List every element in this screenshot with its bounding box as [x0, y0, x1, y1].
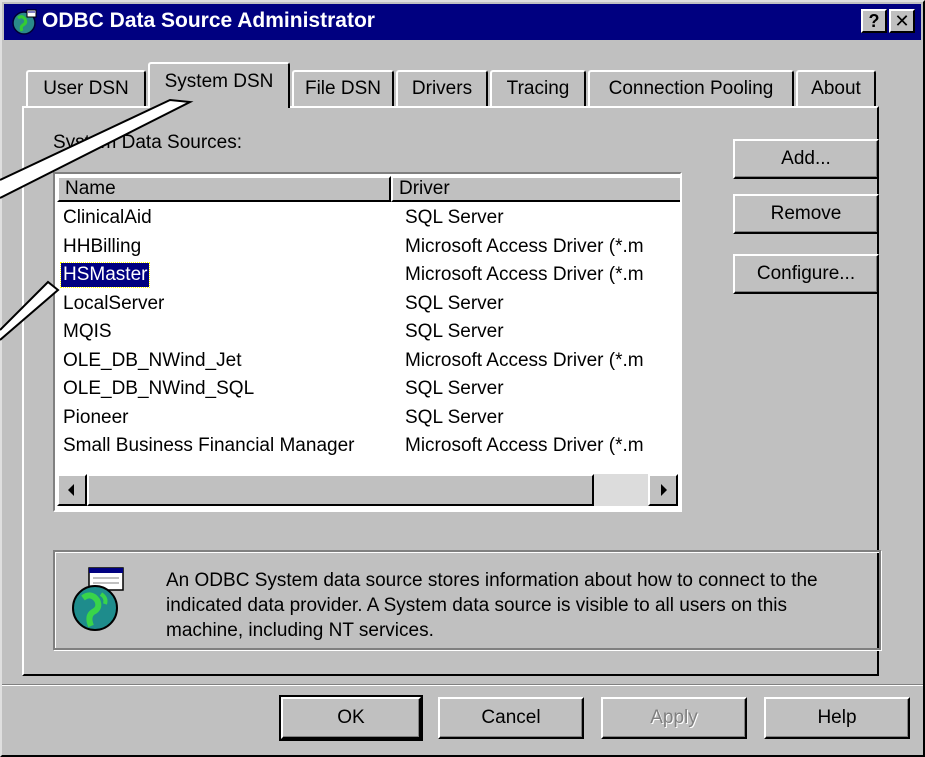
ok-button[interactable]: OK	[279, 695, 423, 741]
dsn-driver: SQL Server	[405, 378, 504, 399]
column-header-name[interactable]: Name	[57, 176, 391, 202]
list-item-selected[interactable]: HSMaster Microsoft Access Driver (*.m	[57, 261, 677, 290]
tab-tracing[interactable]: Tracing	[490, 70, 586, 106]
data-sources-list[interactable]: Name Driver ClinicalAid SQL Server HHBil…	[53, 172, 682, 512]
dsn-name: OLE_DB_NWind_Jet	[63, 349, 242, 371]
list-item[interactable]: OLE_DB_NWind_SQL SQL Server	[57, 375, 677, 404]
data-sources-rows: ClinicalAid SQL Server HHBilling Microso…	[57, 204, 677, 461]
dsn-driver: Microsoft Access Driver (*.m	[405, 349, 644, 371]
tab-drivers[interactable]: Drivers	[396, 70, 488, 106]
list-item[interactable]: HHBilling Microsoft Access Driver (*.m	[57, 233, 677, 262]
system-data-sources-label: System Data Sources:	[53, 132, 243, 153]
close-title-button[interactable]: ✕	[889, 9, 915, 33]
info-groupbox: An ODBC System data source stores inform…	[53, 550, 881, 650]
help-button-label: Help	[817, 707, 857, 728]
help-button[interactable]: Help	[764, 697, 910, 739]
list-item[interactable]: ClinicalAid SQL Server	[57, 204, 677, 233]
odbc-globe-icon	[72, 567, 124, 631]
apply-button[interactable]: Apply	[601, 697, 747, 739]
dsn-driver: SQL Server	[405, 292, 504, 314]
list-item[interactable]: OLE_DB_NWind_Jet Microsoft Access Driver…	[57, 347, 677, 376]
ok-button-label: OK	[337, 707, 365, 728]
tab-user-dsn[interactable]: User DSN	[26, 70, 146, 106]
apply-button-label: Apply	[650, 707, 698, 728]
help-title-button[interactable]: ?	[861, 9, 887, 33]
dsn-driver: SQL Server	[405, 406, 504, 428]
dsn-driver: SQL Server	[405, 207, 504, 228]
tab-system-dsn[interactable]: System DSN	[148, 62, 290, 108]
arrow-right-icon	[661, 484, 667, 496]
dsn-name: HSMaster	[59, 262, 151, 288]
list-item[interactable]: LocalServer SQL Server	[57, 290, 677, 319]
list-item[interactable]: Pioneer SQL Server	[57, 404, 677, 433]
add-button[interactable]: Add...	[733, 139, 879, 179]
dsn-driver: Microsoft Access Driver (*.m	[405, 435, 644, 456]
tab-file-dsn[interactable]: File DSN	[292, 70, 394, 106]
add-button-label: Add...	[781, 148, 831, 169]
configure-button[interactable]: Configure...	[733, 254, 879, 294]
scroll-thumb[interactable]	[87, 474, 594, 506]
cancel-button-label: Cancel	[481, 707, 541, 728]
horizontal-scrollbar[interactable]	[57, 474, 678, 506]
configure-button-label: Configure...	[756, 263, 856, 284]
dsn-name: HHBilling	[63, 235, 142, 257]
odbc-admin-window: ODBC Data Source Administrator ? ✕ User …	[0, 0, 925, 757]
arrow-left-icon	[68, 484, 74, 496]
dsn-driver: Microsoft Access Driver (*.m	[405, 264, 644, 285]
tab-connection-pooling[interactable]: Connection Pooling	[588, 70, 794, 106]
info-description: An ODBC System data source stores inform…	[166, 570, 818, 641]
list-item[interactable]: Small Business Financial Manager Microso…	[57, 432, 677, 461]
dsn-driver: Microsoft Access Driver (*.m	[405, 235, 644, 257]
dsn-name: Small Business Financial Manager	[63, 435, 355, 456]
dsn-name: LocalServer	[63, 292, 165, 314]
column-header-driver[interactable]: Driver	[391, 176, 680, 202]
tab-about[interactable]: About	[796, 70, 876, 106]
title-bar[interactable]: ODBC Data Source Administrator ? ✕	[4, 4, 921, 40]
scroll-right-button[interactable]	[648, 474, 678, 506]
dsn-name: Pioneer	[63, 406, 129, 428]
cancel-button[interactable]: Cancel	[438, 697, 584, 739]
dsn-name: OLE_DB_NWind_SQL	[63, 378, 255, 399]
remove-button-label: Remove	[770, 203, 842, 224]
footer-separator	[2, 684, 923, 686]
dsn-name: MQIS	[63, 321, 112, 342]
list-item[interactable]: MQIS SQL Server	[57, 318, 677, 347]
dsn-driver: SQL Server	[405, 321, 504, 342]
odbc-app-icon	[12, 9, 37, 35]
window-title: ODBC Data Source Administrator	[42, 9, 375, 32]
scroll-left-button[interactable]	[57, 474, 87, 506]
remove-button[interactable]: Remove	[733, 194, 879, 234]
dsn-name: ClinicalAid	[63, 207, 152, 228]
